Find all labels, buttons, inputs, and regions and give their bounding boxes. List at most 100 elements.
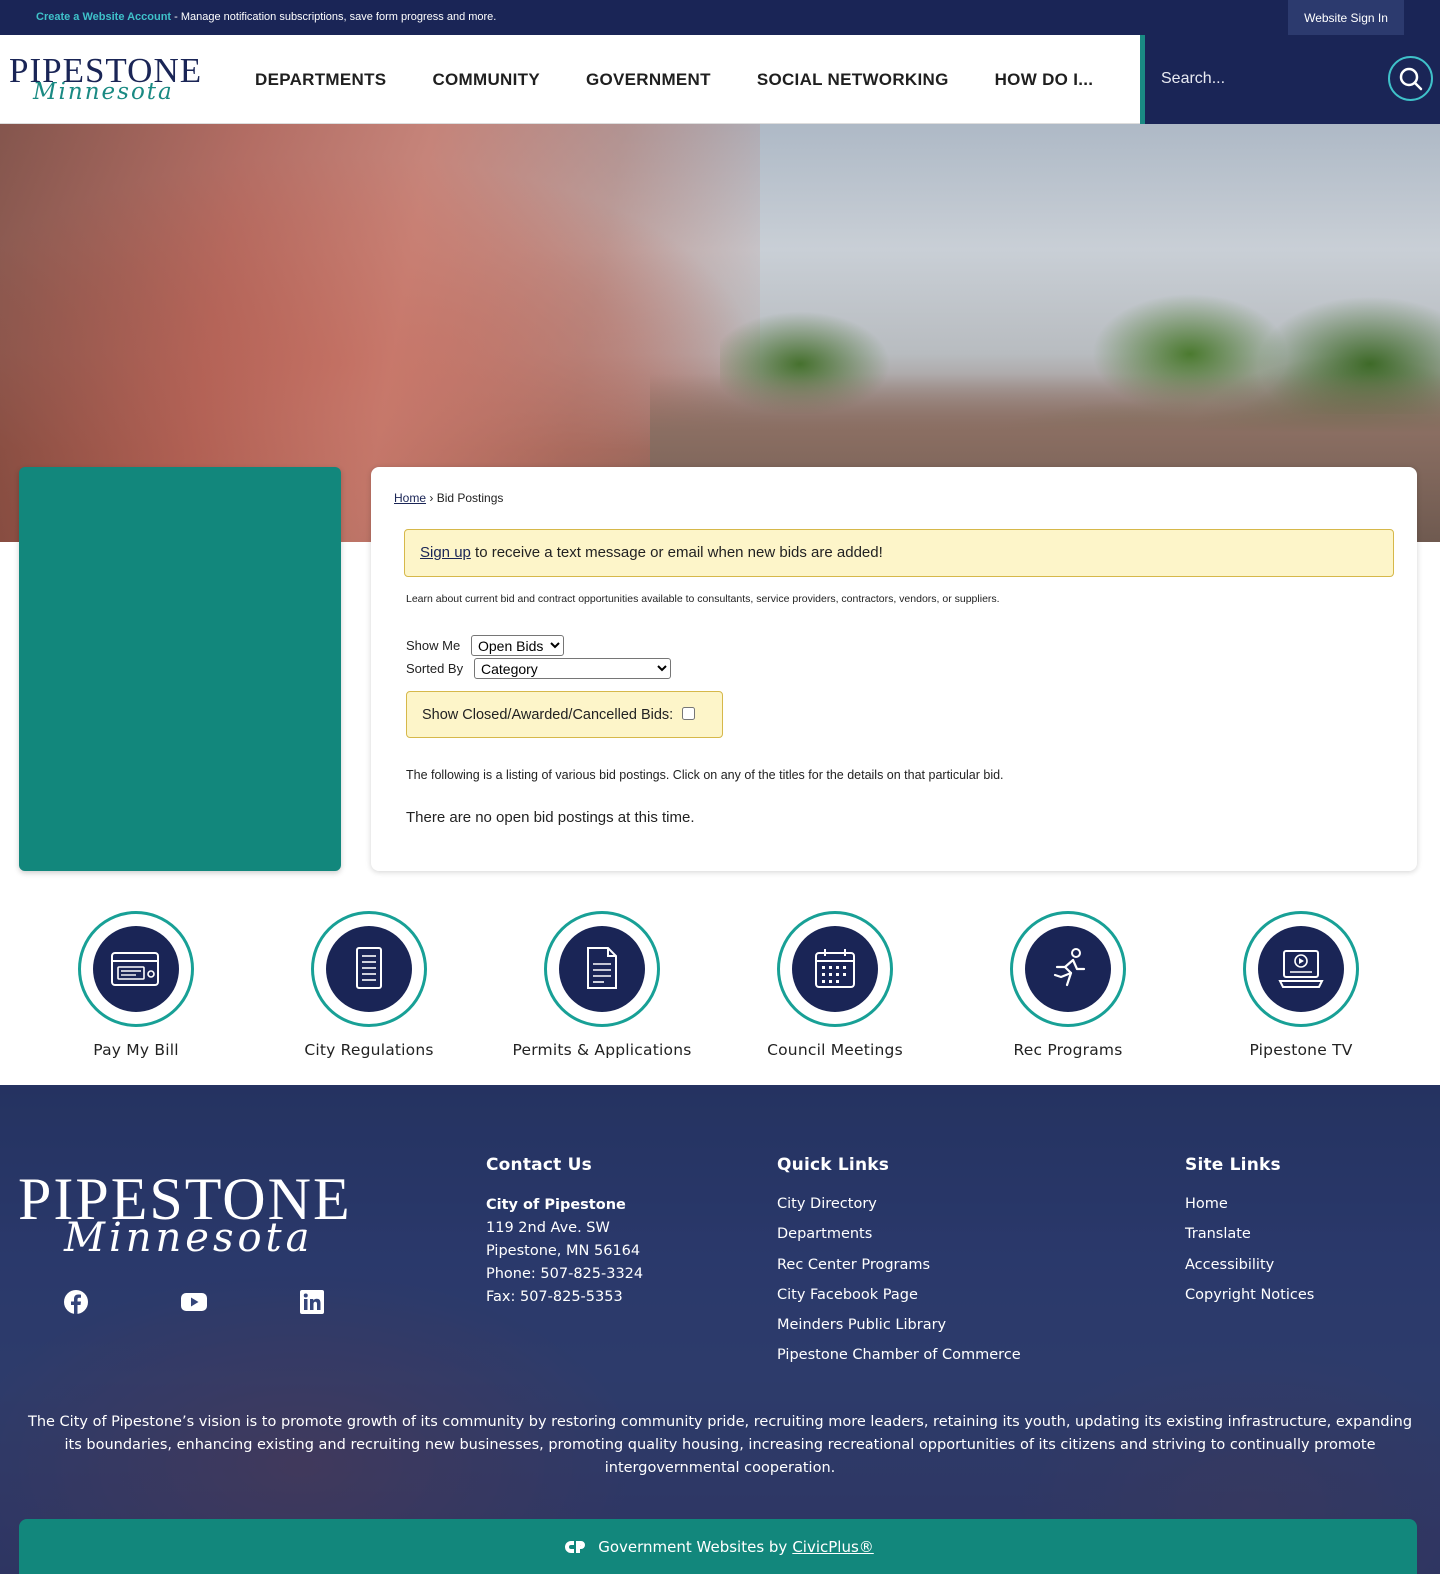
contact-fax: Fax: 507-825-5353 [486,1289,623,1305]
footer-link-library[interactable]: Meinders Public Library [777,1310,1021,1340]
show-closed-checkbox[interactable] [682,707,696,720]
sorted-by-label: Sorted By [406,661,464,676]
no-bids-message: There are no open bid postings at this t… [406,809,695,826]
create-account-message: Create a Website Account - Manage notifi… [36,11,496,23]
breadcrumb-home[interactable]: Home [394,491,426,505]
quick-link-permits[interactable]: Permits & Applications [502,911,702,1059]
quick-link-ring [544,911,660,1027]
calendar-icon [815,949,855,988]
quick-link-ring [311,911,427,1027]
search-button[interactable] [1388,56,1433,101]
side-panel [19,467,341,871]
breadcrumb: Home › Bid Postings [394,491,503,505]
quick-link-ring [78,911,194,1027]
youtube-icon [181,1293,207,1311]
logo-subtitle: Minnesota [33,79,174,105]
signup-link[interactable]: Sign up [420,544,471,561]
quick-link-city-regulations[interactable]: City Regulations [269,911,469,1059]
show-me-row: Show Me Open Bids [406,635,564,656]
site-header: PIPESTONE Minnesota DEPARTMENTS COMMUNIT… [0,35,1440,124]
quick-link-label: Pipestone TV [1249,1041,1353,1059]
footer-link-accessibility[interactable]: Accessibility [1185,1250,1314,1280]
top-utility-bar: Create a Website Account - Manage notifi… [0,0,1440,35]
quick-links-bar: Pay My Bill City Regulations Permits & A… [0,905,1440,1085]
quick-link-label: Council Meetings [767,1041,903,1059]
contact-phone: Phone: 507-825-3324 [486,1266,644,1282]
quick-link-label: Pay My Bill [93,1041,179,1059]
civicplus-link[interactable]: CivicPlus® [792,1538,873,1556]
file-pages-icon [587,947,617,989]
quick-link-ring [1243,911,1359,1027]
content-card: Home › Bid Postings Sign up to receive a… [371,467,1417,871]
signup-text: to receive a text message or email when … [470,544,883,561]
quick-link-badge [326,926,412,1012]
footer-link-city-directory[interactable]: City Directory [777,1189,1021,1219]
quick-links-column: Quick Links City Directory Departments R… [777,1155,1021,1371]
contact-column: Contact Us City of Pipestone 119 2nd Ave… [486,1155,643,1309]
sorted-by-select[interactable]: Category [474,658,671,679]
quick-link-label: Rec Programs [1013,1041,1123,1059]
footer-logo[interactable]: PIPESTONE Minnesota [18,1169,378,1269]
site-logo[interactable]: PIPESTONE Minnesota [9,53,214,109]
footer-link-translate[interactable]: Translate [1185,1219,1314,1249]
youtube-link[interactable] [179,1287,209,1317]
footer-link-facebook-page[interactable]: City Facebook Page [777,1280,1021,1310]
footer-link-home[interactable]: Home [1185,1189,1314,1219]
sorted-by-row: Sorted By Category [406,658,671,679]
footer-logo-subtitle: Minnesota [64,1215,314,1261]
nav-how-do-i[interactable]: HOW DO I... [972,70,1117,90]
signup-alert: Sign up to receive a text message or ema… [404,529,1394,577]
footer-link-rec-center[interactable]: Rec Center Programs [777,1250,1021,1280]
footer-link-copyright[interactable]: Copyright Notices [1185,1280,1314,1310]
quick-link-council-meetings[interactable]: Council Meetings [735,911,935,1059]
quick-link-pay-my-bill[interactable]: Pay My Bill [36,911,236,1059]
quick-link-label: City Regulations [304,1041,434,1059]
search-panel [1140,35,1440,124]
breadcrumb-current: Bid Postings [436,491,504,505]
nav-government[interactable]: GOVERNMENT [563,70,734,90]
quick-link-ring [777,911,893,1027]
runner-icon [1053,948,1086,987]
site-footer: PIPESTONE Minnesota Contact Us City of P… [0,1085,1440,1574]
create-account-description: - Manage notification subscriptions, sav… [171,11,497,23]
create-account-link[interactable]: Create a Website Account [36,11,171,23]
show-me-select[interactable]: Open Bids [471,635,564,656]
search-input[interactable] [1161,63,1371,95]
search-icon [1399,67,1422,90]
quick-link-pipestone-tv[interactable]: Pipestone TV [1201,911,1401,1059]
linkedin-icon [300,1290,324,1314]
contact-address-2: Pipestone, MN 56164 [486,1243,641,1259]
quick-link-badge [93,926,179,1012]
quick-link-rec-programs[interactable]: Rec Programs [968,911,1168,1059]
quick-link-badge [559,926,645,1012]
credit-card-icon [111,952,159,986]
quick-links-heading: Quick Links [777,1155,890,1175]
footer-link-chamber[interactable]: Pipestone Chamber of Commerce [777,1340,1021,1370]
show-closed-label: Show Closed/Awarded/Cancelled Bids: [422,706,674,723]
quick-link-badge [1025,926,1111,1012]
main-nav: DEPARTMENTS COMMUNITY GOVERNMENT SOCIAL … [232,35,1116,124]
nav-departments[interactable]: DEPARTMENTS [232,70,409,90]
facebook-icon [64,1290,88,1314]
quick-link-ring [1010,911,1126,1027]
contact-org: City of Pipestone [486,1197,626,1213]
footer-link-departments[interactable]: Departments [777,1219,1021,1249]
nav-community[interactable]: COMMUNITY [409,70,563,90]
linkedin-link[interactable] [297,1287,327,1317]
quick-link-label: Permits & Applications [512,1041,692,1059]
contact-address-1: 119 2nd Ave. SW [486,1220,610,1236]
civicplus-icon [565,1540,586,1553]
listing-description: The following is a listing of various bi… [406,768,1004,782]
facebook-link[interactable] [61,1287,91,1317]
site-links-column: Site Links Home Translate Accessibility … [1185,1155,1314,1310]
civicplus-text: Government Websites by [598,1537,788,1556]
site-links-heading: Site Links [1185,1155,1281,1175]
website-sign-in-button[interactable]: Website Sign In [1288,0,1404,35]
quick-link-badge [1258,926,1344,1012]
civicplus-bar: Government Websites by CivicPlus® [19,1519,1417,1574]
nav-social-networking[interactable]: SOCIAL NETWORKING [734,70,972,90]
contact-heading: Contact Us [486,1155,592,1175]
show-me-label: Show Me [406,638,461,653]
page-description: Learn about current bid and contract opp… [406,593,1000,605]
breadcrumb-separator: › [426,491,437,505]
